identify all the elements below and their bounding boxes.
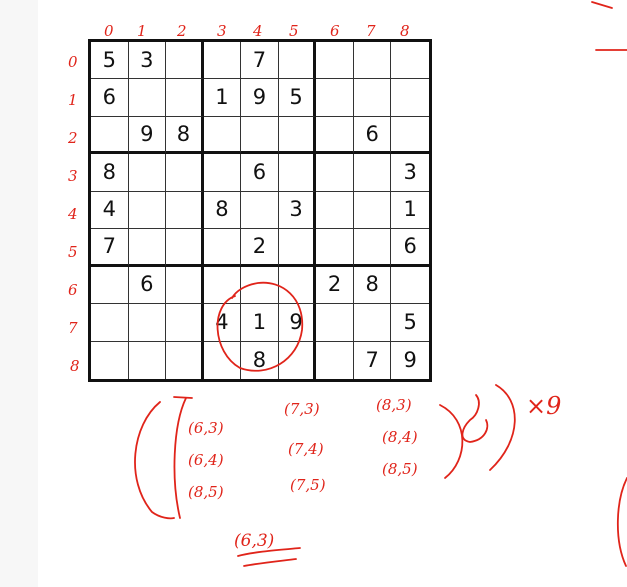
sudoku-cell [204, 341, 242, 379]
sudoku-cell: 3 [278, 191, 317, 230]
sudoku-grid: 537619598686348317266284195879 [88, 39, 432, 382]
sudoku-cell [166, 42, 204, 80]
sudoku-cell [166, 154, 204, 192]
sudoku-cell [316, 191, 354, 230]
sudoku-cell [316, 229, 354, 267]
sudoku-cell [128, 191, 167, 230]
sudoku-cell [128, 229, 167, 267]
sudoku-cell [166, 266, 204, 305]
sudoku-cell [391, 42, 429, 80]
sudoku-cell: 1 [241, 304, 279, 342]
sudoku-cell [203, 42, 242, 80]
sudoku-cell [316, 116, 354, 155]
sudoku-cell: 6 [91, 79, 129, 117]
sudoku-cell: 5 [91, 42, 129, 80]
sudoku-cell [353, 154, 392, 192]
sudoku-cell [353, 191, 392, 230]
sudoku-cell: 8 [166, 116, 204, 155]
sudoku-cell [203, 154, 242, 192]
sudoku-cell: 4 [91, 191, 129, 230]
sudoku-cell: 3 [391, 154, 429, 192]
sudoku-cell [129, 341, 167, 379]
sudoku-cell [166, 79, 204, 117]
sudoku-cell: 2 [241, 229, 279, 267]
sudoku-cell [278, 116, 317, 155]
sudoku-cell [128, 154, 167, 192]
sudoku-cell [353, 304, 392, 342]
sudoku-cell: 1 [203, 79, 242, 117]
sudoku-cell [353, 79, 392, 117]
sudoku-cell [391, 79, 429, 117]
sudoku-cell: 5 [278, 79, 317, 117]
sudoku-cell: 1 [391, 192, 429, 230]
sudoku-cell: 8 [203, 191, 242, 230]
sudoku-cell [203, 116, 242, 155]
sudoku-cell [391, 267, 429, 305]
sudoku-cell: 8 [91, 154, 129, 192]
sudoku-cell: 4 [203, 304, 242, 342]
sudoku-cell [316, 79, 354, 117]
sudoku-cell [316, 304, 354, 342]
sudoku-cell [166, 304, 204, 342]
sudoku-cell: 8 [353, 266, 392, 305]
sudoku-cell: 9 [278, 304, 317, 342]
sudoku-cell [241, 266, 279, 305]
sudoku-cell [166, 341, 204, 379]
sudoku-cell [278, 229, 317, 267]
sudoku-cell [91, 341, 129, 379]
sudoku-cell [316, 42, 354, 80]
sudoku-cell: 6 [353, 116, 392, 155]
sudoku-cell [353, 229, 392, 267]
sudoku-cell [316, 154, 354, 192]
sudoku-cell [128, 79, 167, 117]
sudoku-cell: 8 [241, 341, 279, 379]
sudoku-cell: 6 [241, 154, 279, 192]
sudoku-cell [91, 304, 129, 342]
sudoku-cell [91, 266, 129, 305]
sudoku-cell: 7 [241, 42, 279, 80]
sudoku-cell [203, 266, 242, 305]
sudoku-cell [166, 229, 204, 267]
sudoku-cell [316, 341, 354, 379]
sudoku-cell: 6 [391, 229, 429, 267]
sudoku-cell [128, 304, 167, 342]
sudoku-cell: 7 [91, 229, 129, 267]
sudoku-cell [279, 341, 317, 379]
left-margin [0, 0, 38, 587]
sudoku-cell: 2 [316, 266, 354, 305]
sudoku-cell: 9 [241, 79, 279, 117]
sudoku-cell: 6 [128, 266, 167, 305]
sudoku-cell [166, 191, 204, 230]
sudoku-cell [203, 229, 242, 267]
sudoku-cell [278, 266, 317, 305]
sudoku-cell: 9 [403, 347, 417, 372]
sudoku-cell [278, 42, 317, 80]
sudoku-cell: 9 [128, 116, 167, 155]
sudoku-cell [91, 116, 129, 155]
sudoku-cell: 7 [354, 341, 392, 379]
sudoku-cell [353, 42, 392, 80]
sudoku-cell [241, 191, 279, 230]
sudoku-cell [278, 154, 317, 192]
sudoku-cell: 3 [128, 42, 167, 80]
sudoku-cell [391, 117, 429, 155]
sudoku-cell: 5 [391, 304, 429, 342]
sudoku-cell [241, 116, 279, 155]
